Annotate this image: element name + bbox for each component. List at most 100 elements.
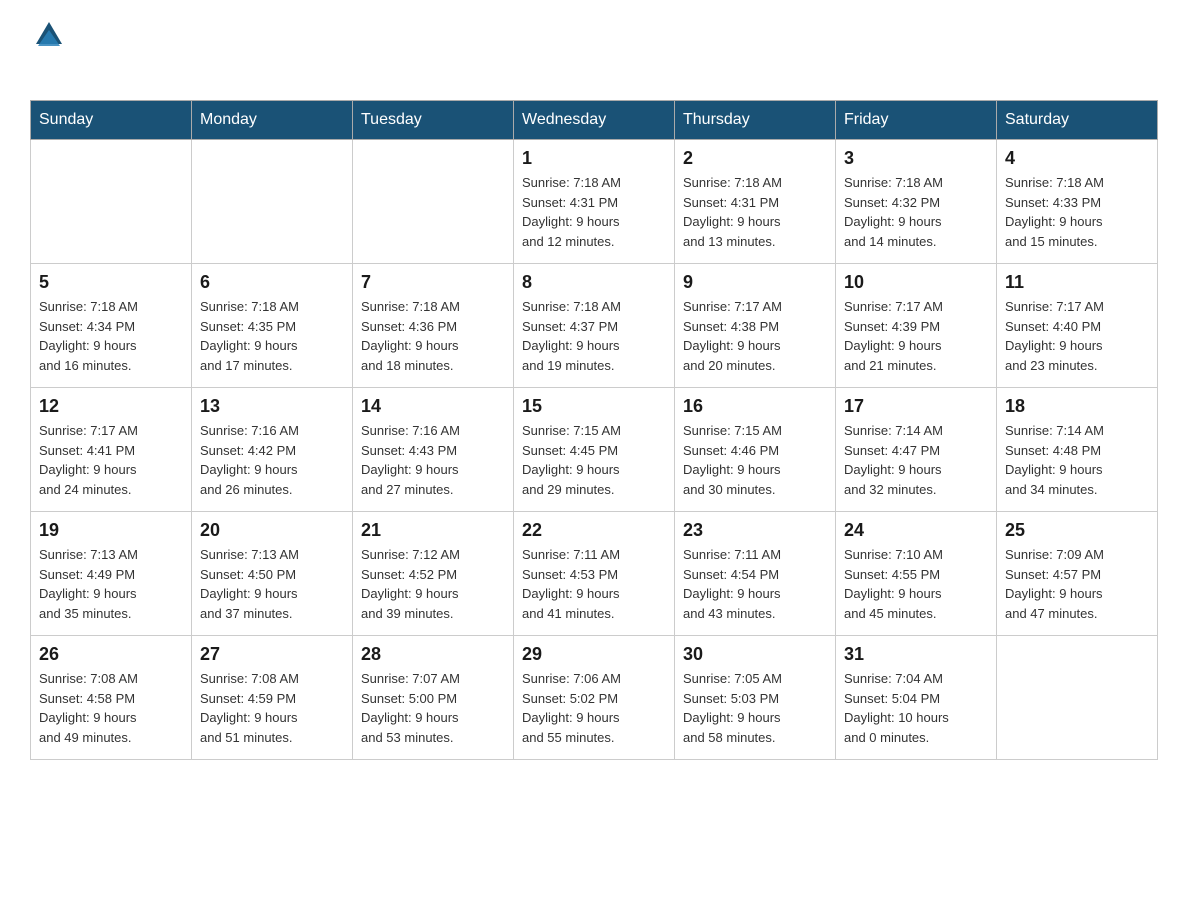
day-info: Sunrise: 7:18 AMSunset: 4:31 PMDaylight:… xyxy=(683,173,827,251)
day-info: Sunrise: 7:18 AMSunset: 4:31 PMDaylight:… xyxy=(522,173,666,251)
day-info: Sunrise: 7:05 AMSunset: 5:03 PMDaylight:… xyxy=(683,669,827,747)
calendar-cell: 6 Sunrise: 7:18 AMSunset: 4:35 PMDaylight… xyxy=(192,264,353,388)
calendar-cell: 4 Sunrise: 7:18 AMSunset: 4:33 PMDaylight… xyxy=(997,140,1158,264)
calendar-cell xyxy=(31,140,192,264)
calendar-cell: 23 Sunrise: 7:11 AMSunset: 4:54 PMDayligh… xyxy=(675,512,836,636)
day-number: 26 xyxy=(39,644,183,665)
day-info: Sunrise: 7:18 AMSunset: 4:37 PMDaylight:… xyxy=(522,297,666,375)
calendar-cell: 26 Sunrise: 7:08 AMSunset: 4:58 PMDayligh… xyxy=(31,636,192,760)
day-info: Sunrise: 7:11 AMSunset: 4:53 PMDaylight:… xyxy=(522,545,666,623)
header-friday: Friday xyxy=(836,101,997,140)
week-row-5: 26 Sunrise: 7:08 AMSunset: 4:58 PMDayligh… xyxy=(31,636,1158,760)
header-monday: Monday xyxy=(192,101,353,140)
calendar-cell: 7 Sunrise: 7:18 AMSunset: 4:36 PMDaylight… xyxy=(353,264,514,388)
day-number: 12 xyxy=(39,396,183,417)
day-number: 24 xyxy=(844,520,988,541)
day-number: 14 xyxy=(361,396,505,417)
calendar-cell: 19 Sunrise: 7:13 AMSunset: 4:49 PMDayligh… xyxy=(31,512,192,636)
day-info: Sunrise: 7:13 AMSunset: 4:50 PMDaylight:… xyxy=(200,545,344,623)
day-number: 9 xyxy=(683,272,827,293)
calendar-cell: 21Sunrise: 7:12 AMSunset: 4:52 PMDayligh… xyxy=(353,512,514,636)
day-number: 10 xyxy=(844,272,988,293)
page-header xyxy=(30,20,1158,80)
header-saturday: Saturday xyxy=(997,101,1158,140)
calendar-cell: 22 Sunrise: 7:11 AMSunset: 4:53 PMDayligh… xyxy=(514,512,675,636)
day-info: Sunrise: 7:18 AMSunset: 4:34 PMDaylight:… xyxy=(39,297,183,375)
calendar-cell: 28 Sunrise: 7:07 AMSunset: 5:00 PMDayligh… xyxy=(353,636,514,760)
day-info: Sunrise: 7:15 AMSunset: 4:45 PMDaylight:… xyxy=(522,421,666,499)
calendar-cell: 27 Sunrise: 7:08 AMSunset: 4:59 PMDayligh… xyxy=(192,636,353,760)
day-info: Sunrise: 7:11 AMSunset: 4:54 PMDaylight:… xyxy=(683,545,827,623)
calendar-cell: 16 Sunrise: 7:15 AMSunset: 4:46 PMDayligh… xyxy=(675,388,836,512)
logo xyxy=(30,20,64,80)
day-number: 5 xyxy=(39,272,183,293)
day-info: Sunrise: 7:07 AMSunset: 5:00 PMDaylight:… xyxy=(361,669,505,747)
day-info: Sunrise: 7:18 AMSunset: 4:36 PMDaylight:… xyxy=(361,297,505,375)
day-info: Sunrise: 7:10 AMSunset: 4:55 PMDaylight:… xyxy=(844,545,988,623)
day-info: Sunrise: 7:04 AMSunset: 5:04 PMDaylight:… xyxy=(844,669,988,747)
calendar-cell: 13 Sunrise: 7:16 AMSunset: 4:42 PMDayligh… xyxy=(192,388,353,512)
calendar-cell: 18 Sunrise: 7:14 AMSunset: 4:48 PMDayligh… xyxy=(997,388,1158,512)
day-number: 22 xyxy=(522,520,666,541)
calendar-cell xyxy=(353,140,514,264)
day-number: 31 xyxy=(844,644,988,665)
day-number: 1 xyxy=(522,148,666,169)
day-number: 7 xyxy=(361,272,505,293)
day-number: 2 xyxy=(683,148,827,169)
day-info: Sunrise: 7:17 AMSunset: 4:40 PMDaylight:… xyxy=(1005,297,1149,375)
calendar-cell: 15 Sunrise: 7:15 AMSunset: 4:45 PMDayligh… xyxy=(514,388,675,512)
calendar-cell: 14 Sunrise: 7:16 AMSunset: 4:43 PMDayligh… xyxy=(353,388,514,512)
day-info: Sunrise: 7:16 AMSunset: 4:43 PMDaylight:… xyxy=(361,421,505,499)
calendar-cell: 30 Sunrise: 7:05 AMSunset: 5:03 PMDayligh… xyxy=(675,636,836,760)
calendar-cell: 8 Sunrise: 7:18 AMSunset: 4:37 PMDaylight… xyxy=(514,264,675,388)
calendar-cell: 10Sunrise: 7:17 AMSunset: 4:39 PMDayligh… xyxy=(836,264,997,388)
day-number: 30 xyxy=(683,644,827,665)
calendar-cell: 9 Sunrise: 7:17 AMSunset: 4:38 PMDaylight… xyxy=(675,264,836,388)
calendar-cell: 20 Sunrise: 7:13 AMSunset: 4:50 PMDayligh… xyxy=(192,512,353,636)
day-info: Sunrise: 7:18 AMSunset: 4:33 PMDaylight:… xyxy=(1005,173,1149,251)
day-number: 28 xyxy=(361,644,505,665)
day-info: Sunrise: 7:09 AMSunset: 4:57 PMDaylight:… xyxy=(1005,545,1149,623)
logo-triangle-icon xyxy=(34,20,64,48)
day-info: Sunrise: 7:15 AMSunset: 4:46 PMDaylight:… xyxy=(683,421,827,499)
calendar-table: Sunday Monday Tuesday Wednesday Thursday… xyxy=(30,100,1158,760)
header-tuesday: Tuesday xyxy=(353,101,514,140)
header-wednesday: Wednesday xyxy=(514,101,675,140)
day-info: Sunrise: 7:08 AMSunset: 4:58 PMDaylight:… xyxy=(39,669,183,747)
day-info: Sunrise: 7:18 AMSunset: 4:35 PMDaylight:… xyxy=(200,297,344,375)
day-number: 15 xyxy=(522,396,666,417)
calendar-cell: 11 Sunrise: 7:17 AMSunset: 4:40 PMDayligh… xyxy=(997,264,1158,388)
calendar-cell: 1 Sunrise: 7:18 AMSunset: 4:31 PMDaylight… xyxy=(514,140,675,264)
day-info: Sunrise: 7:08 AMSunset: 4:59 PMDaylight:… xyxy=(200,669,344,747)
week-row-4: 19 Sunrise: 7:13 AMSunset: 4:49 PMDayligh… xyxy=(31,512,1158,636)
day-number: 29 xyxy=(522,644,666,665)
day-number: 11 xyxy=(1005,272,1149,293)
day-number: 23 xyxy=(683,520,827,541)
calendar-cell: 5 Sunrise: 7:18 AMSunset: 4:34 PMDaylight… xyxy=(31,264,192,388)
calendar-cell: 29Sunrise: 7:06 AMSunset: 5:02 PMDayligh… xyxy=(514,636,675,760)
day-number: 19 xyxy=(39,520,183,541)
day-number: 8 xyxy=(522,272,666,293)
day-number: 16 xyxy=(683,396,827,417)
day-number: 20 xyxy=(200,520,344,541)
calendar-cell: 31 Sunrise: 7:04 AMSunset: 5:04 PMDayligh… xyxy=(836,636,997,760)
day-info: Sunrise: 7:18 AMSunset: 4:32 PMDaylight:… xyxy=(844,173,988,251)
calendar-cell: 2 Sunrise: 7:18 AMSunset: 4:31 PMDaylight… xyxy=(675,140,836,264)
day-info: Sunrise: 7:14 AMSunset: 4:48 PMDaylight:… xyxy=(1005,421,1149,499)
day-info: Sunrise: 7:16 AMSunset: 4:42 PMDaylight:… xyxy=(200,421,344,499)
day-number: 27 xyxy=(200,644,344,665)
header-sunday: Sunday xyxy=(31,101,192,140)
day-number: 18 xyxy=(1005,396,1149,417)
day-number: 4 xyxy=(1005,148,1149,169)
day-number: 13 xyxy=(200,396,344,417)
day-info: Sunrise: 7:12 AMSunset: 4:52 PMDaylight:… xyxy=(361,545,505,623)
calendar-cell: 17Sunrise: 7:14 AMSunset: 4:47 PMDayligh… xyxy=(836,388,997,512)
day-number: 25 xyxy=(1005,520,1149,541)
calendar-cell xyxy=(192,140,353,264)
week-row-3: 12Sunrise: 7:17 AMSunset: 4:41 PMDayligh… xyxy=(31,388,1158,512)
calendar-cell: 24 Sunrise: 7:10 AMSunset: 4:55 PMDayligh… xyxy=(836,512,997,636)
day-number: 17 xyxy=(844,396,988,417)
day-info: Sunrise: 7:17 AMSunset: 4:38 PMDaylight:… xyxy=(683,297,827,375)
day-number: 6 xyxy=(200,272,344,293)
day-info: Sunrise: 7:13 AMSunset: 4:49 PMDaylight:… xyxy=(39,545,183,623)
